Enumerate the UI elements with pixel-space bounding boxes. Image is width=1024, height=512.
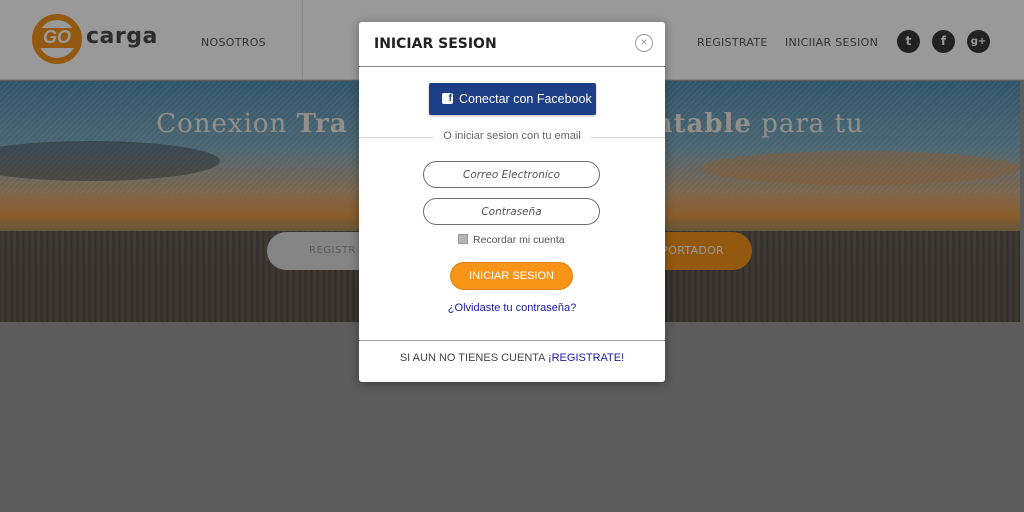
forgot-password-link[interactable]: ¿Olvidaste tu contraseña? [359, 302, 665, 314]
remember-checkbox[interactable] [458, 234, 468, 244]
facebook-connect-button[interactable]: f Conectar con Facebook [429, 83, 596, 115]
header-divider [359, 66, 665, 67]
signup-link[interactable]: ¡REGISTRATE! [548, 352, 624, 364]
email-input[interactable] [424, 162, 599, 188]
facebook-connect-label: Conectar con Facebook [459, 92, 592, 106]
email-field[interactable] [423, 161, 600, 188]
signup-prompt: SI AUN NO TIENES CUENTA ¡REGISTRATE! [359, 352, 665, 364]
password-field[interactable] [423, 198, 600, 225]
login-button[interactable]: INICIAR SESION [450, 262, 573, 290]
remember-me[interactable]: Recordar mi cuenta [458, 234, 565, 246]
modal-title: INICIAR SESION [374, 36, 497, 52]
facebook-icon: f [442, 93, 453, 104]
close-icon[interactable]: × [635, 34, 653, 52]
password-input[interactable] [424, 199, 599, 225]
remember-label: Recordar mi cuenta [473, 234, 565, 246]
footer-divider [359, 340, 665, 341]
separator-text: O iniciar sesion con tu email [443, 130, 581, 142]
login-modal: INICIAR SESION × f Conectar con Facebook… [359, 22, 665, 382]
signup-prompt-text: SI AUN NO TIENES CUENTA [399, 352, 548, 364]
